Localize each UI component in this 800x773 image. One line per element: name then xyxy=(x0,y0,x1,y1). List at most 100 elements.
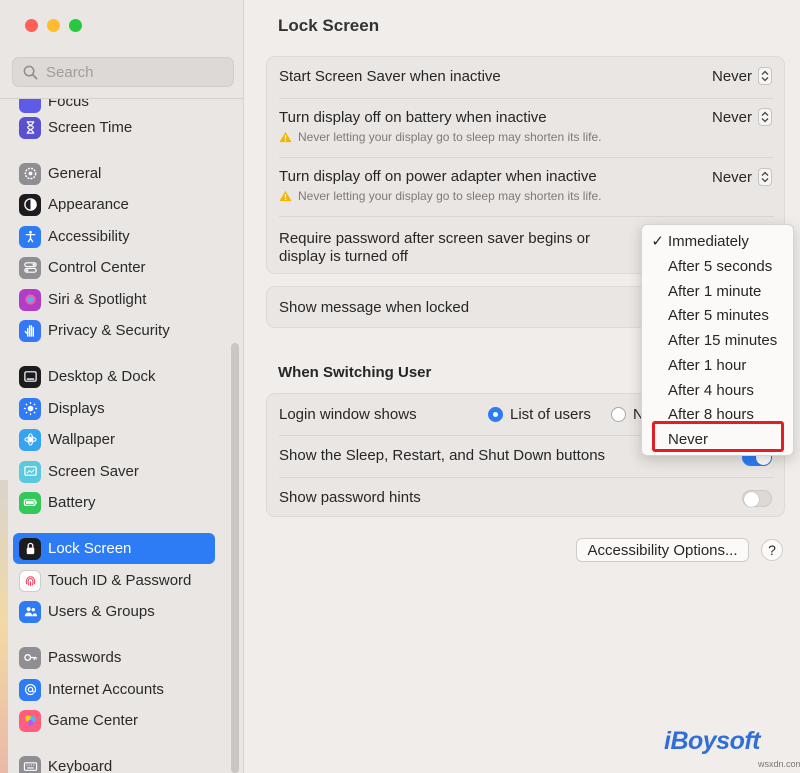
help-button[interactable]: ? xyxy=(761,539,783,561)
sidebar-item-game-center[interactable]: Game Center xyxy=(13,705,215,736)
sidebar-item-keyboard[interactable]: Keyboard xyxy=(13,751,215,773)
radio-button[interactable] xyxy=(611,407,626,422)
control-center-icon xyxy=(19,256,41,279)
sidebar-item-control-center[interactable]: Control Center xyxy=(13,252,215,283)
power-adapter-popup[interactable]: Never xyxy=(712,168,772,186)
sidebar-item-desktop-dock[interactable]: Desktop & Dock xyxy=(13,361,215,392)
warning-icon xyxy=(279,190,292,202)
sidebar-item-label: Wallpaper xyxy=(48,431,115,448)
sidebar-item-privacy-security[interactable]: Privacy & Security xyxy=(13,315,215,346)
toggle-knob xyxy=(744,492,759,507)
sidebar-item-label: Desktop & Dock xyxy=(48,368,156,385)
require-password-label-line2: display is turned off xyxy=(279,248,408,265)
dropdown-option-label: After 1 minute xyxy=(668,282,762,300)
dropdown-option-label: After 4 hours xyxy=(668,381,754,399)
radio-button-selected[interactable] xyxy=(488,407,503,422)
show-message-label: Show message when locked xyxy=(279,299,470,316)
iboysoft-logo: iBoysoft xyxy=(664,727,761,755)
battery-row: Turn display off on battery when inactiv… xyxy=(267,99,786,157)
sidebar-item-appearance[interactable]: Appearance xyxy=(13,189,215,220)
sidebar-scrollbar[interactable] xyxy=(231,343,239,773)
dropdown-option-label: After 5 minutes xyxy=(668,306,769,324)
close-window-button[interactable] xyxy=(25,19,38,32)
never-option-highlight-box xyxy=(652,421,784,452)
lock-icon xyxy=(19,537,41,560)
dropdown-option[interactable]: After 1 hour xyxy=(642,353,793,377)
dock-icon xyxy=(19,365,41,388)
sidebar-item-passwords[interactable]: Passwords xyxy=(13,642,215,673)
sidebar-item-displays[interactable]: Displays xyxy=(13,393,215,424)
dropdown-option[interactable]: ✓ Immediately xyxy=(642,229,793,253)
page-title: Lock Screen xyxy=(278,16,380,35)
minimize-window-button[interactable] xyxy=(47,19,60,32)
sidebar-item-general[interactable]: General xyxy=(13,158,215,189)
site-watermark: wsxdn.com xyxy=(758,759,800,769)
radio-list-of-users[interactable]: List of users xyxy=(488,406,591,423)
battery-warning-text: Never letting your display go to sleep m… xyxy=(298,130,602,144)
moon-icon xyxy=(19,99,41,113)
sidebar-item-label: Appearance xyxy=(48,196,129,213)
power-adapter-warning-text: Never letting your display go to sleep m… xyxy=(298,189,602,203)
dropdown-option-label: After 1 hour xyxy=(668,356,747,374)
radio-name-and-password[interactable]: N xyxy=(611,406,644,423)
sidebar-item-siri-spotlight[interactable]: Siri & Spotlight xyxy=(13,284,215,315)
sidebar-item-accessibility[interactable]: Accessibility xyxy=(13,221,215,252)
sidebar-list: Focus Screen Time General Appearance Access… xyxy=(0,99,230,773)
key-icon xyxy=(19,646,41,669)
search-input[interactable] xyxy=(46,63,216,81)
power-adapter-warning: Never letting your display go to sleep m… xyxy=(279,189,601,203)
sidebar-item-label: Siri & Spotlight xyxy=(48,291,147,308)
search-icon xyxy=(23,65,38,79)
power-adapter-row: Turn display off on power adapter when i… xyxy=(267,158,786,216)
screen-saver-popup[interactable]: Never xyxy=(712,67,772,85)
sidebar-item-screen-saver[interactable]: Screen Saver xyxy=(13,456,215,487)
sidebar-item-internet-accounts[interactable]: Internet Accounts xyxy=(13,674,215,705)
sidebar-item-label: Users & Groups xyxy=(48,603,155,620)
sidebar-item-battery[interactable]: Battery xyxy=(13,487,215,518)
sidebar-item-label: Lock Screen xyxy=(48,540,132,557)
up-down-chevron-icon xyxy=(758,168,772,186)
sidebar-item-touch-id-password[interactable]: Touch ID & Password xyxy=(13,565,215,596)
dropdown-option[interactable]: After 15 minutes xyxy=(642,328,793,352)
game-center-icon xyxy=(19,709,41,732)
sidebar-item-label: Battery xyxy=(48,494,96,511)
search-field[interactable] xyxy=(12,57,234,87)
battery-popup[interactable]: Never xyxy=(712,108,772,126)
password-hints-row: Show password hints xyxy=(267,478,786,518)
up-down-chevron-icon xyxy=(758,108,772,126)
up-down-chevron-icon xyxy=(758,67,772,85)
hourglass-icon xyxy=(19,116,41,139)
dropdown-option[interactable]: After 4 hours xyxy=(642,378,793,402)
password-hints-toggle[interactable] xyxy=(742,490,772,507)
dropdown-option-label: Immediately xyxy=(668,232,749,250)
sidebar-item-label: Touch ID & Password xyxy=(48,572,192,589)
power-adapter-label: Turn display off on power adapter when i… xyxy=(279,168,597,185)
wallpaper-icon xyxy=(19,428,41,451)
require-password-label-line1: Require password after screen saver begi… xyxy=(279,230,590,247)
dropdown-option[interactable]: After 5 minutes xyxy=(642,303,793,327)
accessibility-options-button[interactable]: Accessibility Options... xyxy=(576,538,749,562)
sidebar-item-label: General xyxy=(48,165,102,182)
dropdown-option[interactable]: After 1 minute xyxy=(642,279,793,303)
appearance-icon xyxy=(19,193,41,216)
checkmark-icon: ✓ xyxy=(651,233,664,250)
sun-icon xyxy=(19,397,41,420)
section-heading: When Switching User xyxy=(278,364,432,381)
battery-icon xyxy=(19,491,41,514)
system-settings-window: Focus Screen Time General Appearance Access… xyxy=(0,0,800,773)
sidebar-item-lock-screen[interactable]: Lock Screen xyxy=(13,533,215,564)
sidebar-item-label: Internet Accounts xyxy=(48,681,164,698)
dropdown-option-label: After 8 hours xyxy=(668,405,754,423)
sidebar-item-wallpaper[interactable]: Wallpaper xyxy=(13,424,215,455)
screen-saver-icon xyxy=(19,460,41,483)
dropdown-option[interactable]: After 5 seconds xyxy=(642,254,793,278)
users-icon xyxy=(19,600,41,623)
zoom-window-button[interactable] xyxy=(69,19,82,32)
sidebar-item-label: Privacy & Security xyxy=(48,322,170,339)
sidebar-item-screen-time[interactable]: Screen Time xyxy=(13,112,215,143)
sidebar-item-users-groups[interactable]: Users & Groups xyxy=(13,596,215,627)
sidebar-item-label: Keyboard xyxy=(48,758,113,773)
screen-saver-row: Start Screen Saver when inactive Never xyxy=(267,57,786,98)
accessibility-icon xyxy=(19,225,41,248)
screen-saver-value: Never xyxy=(711,67,752,85)
